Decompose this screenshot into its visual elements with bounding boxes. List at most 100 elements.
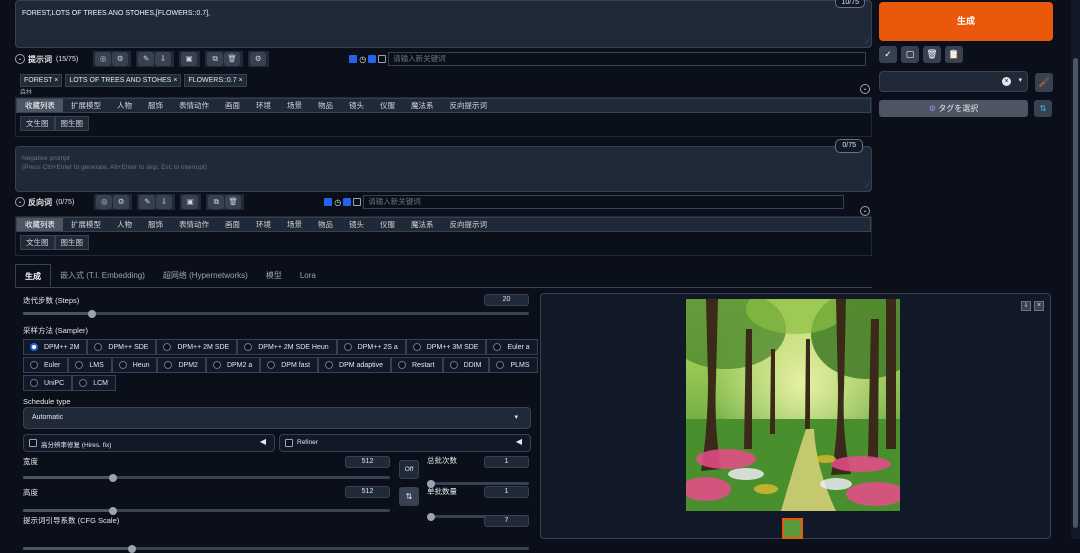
- remove-icon[interactable]: ×: [239, 77, 243, 84]
- category-tab[interactable]: 魔法系: [403, 99, 442, 112]
- radio-icon[interactable]: [449, 361, 458, 369]
- option-checkbox-1[interactable]: [349, 55, 358, 63]
- keyword-input[interactable]: 请输入新关键词: [363, 195, 845, 209]
- option-checkbox-3[interactable]: [353, 198, 362, 206]
- radio-icon[interactable]: [163, 343, 172, 351]
- copy-icon[interactable]: ⧉: [207, 52, 224, 66]
- sampler-option[interactable]: Euler a: [486, 339, 538, 355]
- sampler-option[interactable]: DPM2: [157, 357, 206, 373]
- radio-icon[interactable]: [94, 343, 103, 351]
- radio-icon[interactable]: [343, 343, 352, 351]
- tab-embedding[interactable]: 嵌入式 (T.I. Embedding): [51, 264, 154, 287]
- radio-icon[interactable]: [496, 361, 505, 369]
- sampler-option[interactable]: DPM++ 3M SDE: [405, 339, 487, 355]
- hires-checkbox[interactable]: [29, 439, 37, 447]
- radio-icon[interactable]: [118, 361, 127, 369]
- tab-generate[interactable]: 生成: [15, 264, 51, 287]
- sampler-option[interactable]: DDIM: [442, 357, 490, 373]
- cfg-input[interactable]: 7: [484, 515, 529, 527]
- category-tab[interactable]: 收藏列表: [17, 99, 63, 112]
- sampler-option[interactable]: PLMS: [489, 357, 538, 373]
- image-icon[interactable]: ▣: [182, 195, 199, 209]
- trash-icon[interactable]: 🗑: [225, 195, 242, 209]
- collapse-icon[interactable]: ⌄: [15, 54, 25, 64]
- width-slider[interactable]: [23, 473, 390, 482]
- trash-icon[interactable]: 🗑: [923, 46, 941, 63]
- radio-icon[interactable]: [212, 361, 221, 369]
- collapse-icon[interactable]: ⌄: [15, 197, 25, 207]
- steps-input[interactable]: 20: [484, 294, 529, 306]
- category-tab[interactable]: 人物: [109, 99, 140, 112]
- category-tab[interactable]: 镜头: [341, 99, 372, 112]
- square-icon[interactable]: ▢: [901, 46, 919, 63]
- sampler-option[interactable]: Restart: [391, 357, 443, 373]
- batch-count-slider[interactable]: [427, 479, 529, 488]
- tag-item[interactable]: FOREST ×: [20, 74, 63, 87]
- style-dropdown[interactable]: × ▾: [879, 71, 1028, 92]
- category-tab[interactable]: 收藏列表: [17, 218, 63, 231]
- category-tab[interactable]: 扩展模型: [63, 99, 109, 112]
- resize-handle-icon[interactable]: ⟋: [866, 183, 870, 190]
- trash-icon[interactable]: 🗑: [224, 52, 241, 66]
- scrollbar-thumb[interactable]: [1073, 58, 1078, 528]
- tag-item[interactable]: LOTS OF TREES AND STOHES ×: [65, 74, 182, 87]
- width-input[interactable]: 512: [345, 456, 390, 468]
- globe-icon[interactable]: ◎: [95, 52, 112, 66]
- triangle-left-icon[interactable]: ◀: [516, 437, 522, 446]
- clipboard-icon[interactable]: 📋: [945, 46, 963, 63]
- category-tab[interactable]: 画面: [217, 99, 248, 112]
- category-tab[interactable]: 反向提示词: [442, 99, 496, 112]
- hires-fix-accordion[interactable]: 高分辨率修复 (Hires. fix) ◀: [23, 434, 275, 452]
- remove-icon[interactable]: ×: [173, 77, 177, 84]
- tab-model[interactable]: 模型: [257, 264, 291, 287]
- category-tab[interactable]: 画面: [217, 218, 248, 231]
- sampler-option[interactable]: DPM++ 2S a: [336, 339, 406, 355]
- prompt-textarea[interactable]: FOREST,LOTS OF TREES ANO STOHES,[FLOWERS…: [15, 0, 872, 48]
- option-checkbox-2[interactable]: [343, 198, 352, 206]
- sampler-option[interactable]: LCM: [72, 375, 117, 391]
- category-tab[interactable]: 仪服: [372, 99, 403, 112]
- sampler-option[interactable]: LMS: [68, 357, 112, 373]
- radio-icon[interactable]: [493, 343, 502, 351]
- schedule-dropdown[interactable]: Automatic ▾: [23, 407, 531, 429]
- expand-icon[interactable]: ⌄: [860, 84, 870, 94]
- radio-icon[interactable]: [75, 361, 84, 369]
- image-thumbnail[interactable]: [782, 518, 803, 539]
- category-tab[interactable]: 扩展模型: [63, 218, 109, 231]
- radio-icon[interactable]: [164, 361, 173, 369]
- radio-icon[interactable]: [267, 361, 276, 369]
- category-tab[interactable]: 镜头: [341, 218, 372, 231]
- generate-button[interactable]: 生成: [879, 2, 1053, 41]
- copy-icon[interactable]: ⧉: [208, 195, 225, 209]
- refiner-accordion[interactable]: Refiner ◀: [279, 434, 531, 452]
- select-tags-button[interactable]: ⚙ タグを選択: [879, 100, 1028, 117]
- sampler-option[interactable]: DPM2 a: [205, 357, 261, 373]
- tab-hypernetworks[interactable]: 超网络 (Hypernetworks): [154, 264, 257, 287]
- category-tab[interactable]: 场景: [279, 99, 310, 112]
- steps-slider[interactable]: [23, 309, 529, 318]
- image-icon[interactable]: ▣: [181, 52, 198, 66]
- batch-size-input[interactable]: 1: [484, 486, 529, 498]
- category-tab[interactable]: 人物: [109, 218, 140, 231]
- import-icon[interactable]: ⇩: [156, 195, 173, 209]
- radio-icon[interactable]: [325, 361, 334, 369]
- import-icon[interactable]: ⇩: [155, 52, 172, 66]
- radio-icon[interactable]: [30, 361, 38, 369]
- resize-handle-icon[interactable]: ⟋: [866, 39, 870, 46]
- sampler-option[interactable]: Euler: [23, 357, 69, 373]
- radio-icon[interactable]: [30, 343, 38, 351]
- sampler-option[interactable]: DPM++ 2M SDE: [156, 339, 238, 355]
- category-tab[interactable]: 环境: [248, 218, 279, 231]
- slider-knob[interactable]: [427, 512, 435, 521]
- download-icon[interactable]: ⇩: [1021, 301, 1031, 311]
- radio-icon[interactable]: [398, 361, 406, 369]
- category-tab[interactable]: 物品: [310, 99, 341, 112]
- chevron-down-icon[interactable]: ▾: [1018, 76, 1022, 84]
- category-tab[interactable]: 魔法系: [403, 218, 442, 231]
- category-tab[interactable]: 表情动作: [171, 99, 217, 112]
- option-checkbox-3[interactable]: [378, 55, 387, 63]
- settings-icon[interactable]: ⚙: [113, 195, 130, 209]
- slider-knob[interactable]: [109, 473, 118, 482]
- close-icon[interactable]: ×: [1034, 301, 1044, 311]
- clear-icon[interactable]: ×: [1002, 77, 1011, 86]
